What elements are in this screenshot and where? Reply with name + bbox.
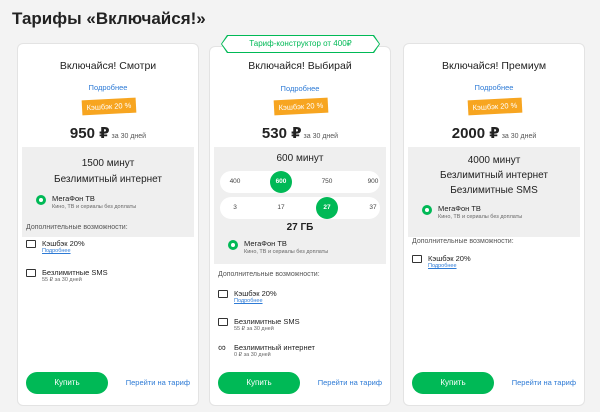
tv-subtitle: Кино, ТВ и сериалы без доплаты [52,204,137,210]
tv-subtitle: Кино, ТВ и сериалы без доплаты [244,249,329,255]
price: 2000 ₽ за 30 дней [404,124,584,143]
gb-option[interactable]: 3 [224,197,246,219]
megafon-tv-icon [36,195,46,205]
extra-title: Безлимитный интернет [234,343,315,352]
extra-title: Кэшбэк 20% [42,239,85,248]
extra-title: Кэшбэк 20% [234,289,277,298]
cashback-badge: Кэшбэк 20 % [467,97,523,116]
gb-option[interactable]: 37 [362,197,384,219]
envelope-icon [218,318,228,326]
extra-title: Кэшбэк 20% [428,254,471,263]
tv-title: МегаФон ТВ [52,194,95,203]
goto-tariff-link[interactable]: Перейти на тариф [126,378,190,387]
price-period: за 30 дней [501,133,537,140]
buy-button[interactable]: Купить [26,372,108,394]
buy-button[interactable]: Купить [412,372,494,394]
wallet-icon [218,290,228,298]
tv-title: МегаФон ТВ [438,204,481,213]
price-period: за 30 дней [111,133,147,140]
price: 950 ₽ за 30 дней [18,124,198,143]
minutes-slider[interactable]: 400 600 750 900 [220,171,380,193]
tariff-name: Включайся! Выбирай [248,60,352,72]
gb-option-selected[interactable]: 27 [316,197,338,219]
wallet-icon [412,255,422,263]
extras-title: Дополнительные возможности: [412,238,514,245]
extra-more-link[interactable]: Подробнее [428,263,457,269]
tariff-card-smotri: Включайся! Смотри Подробнее Кэшбэк 20 % … [17,43,199,406]
gb-slider[interactable]: 3 17 27 37 [220,197,380,219]
price-period: за 30 дней [303,133,339,140]
tariff-card-premium: Включайся! Премиум Подробнее Кэшбэк 20 %… [403,43,585,406]
extra-more-link[interactable]: Подробнее [42,248,71,254]
minutes-option[interactable]: 400 [224,171,246,193]
extra-price: 0 ₽ за 30 дней [234,352,271,358]
gb-option[interactable]: 17 [270,197,292,219]
constructor-box: 600 минут 400 600 750 900 3 17 27 37 27 … [214,147,386,264]
minutes: 4000 минут [467,155,521,166]
sms: Безлимитные SMS [450,185,538,196]
minutes: 600 минут [276,153,324,164]
internet: Безлимитный интернет [440,170,548,181]
extra-price: 55 ₽ за 30 дней [234,326,274,332]
tariff-name: Включайся! Смотри [59,60,157,72]
cashback-badge: Кэшбэк 20 % [273,97,329,116]
price-amount: 530 ₽ [261,125,302,142]
extra-more-link[interactable]: Подробнее [234,298,263,304]
buy-button[interactable]: Купить [218,372,300,394]
cashback-badge: Кэшбэк 20 % [81,97,137,116]
constructor-ribbon: Тариф-конструктор от 400₽ [222,36,379,52]
wallet-icon [26,240,36,248]
extra-title: Безлимитные SMS [234,317,300,326]
extra-price: 55 ₽ за 30 дней [42,277,82,283]
minutes: 1500 минут [81,158,135,169]
price-amount: 950 ₽ [69,125,110,142]
more-link[interactable]: Подробнее [210,84,390,93]
extra-title: Безлимитные SMS [42,268,108,277]
more-link[interactable]: Подробнее [18,83,198,92]
goto-tariff-link[interactable]: Перейти на тариф [512,378,576,387]
page-title: Тарифы «Включайся!» [12,9,206,28]
tv-subtitle: Кино, ТВ и сериалы без доплаты [438,214,523,220]
minutes-option[interactable]: 900 [362,171,384,193]
goto-tariff-link[interactable]: Перейти на тариф [318,378,382,387]
internet: Безлимитный интернет [54,174,162,185]
minutes-option-selected[interactable]: 600 [270,171,292,193]
more-link[interactable]: Подробнее [404,83,584,92]
tv-title: МегаФон ТВ [244,239,287,248]
minutes-option[interactable]: 750 [316,171,338,193]
price: 530 ₽ за 30 дней [210,124,390,143]
megafon-tv-icon [228,240,238,250]
extras-title: Дополнительные возможности: [218,271,320,278]
package-box: 4000 минут Безлимитный интернет Безлимит… [408,147,580,237]
extras-title: Дополнительные возможности: [26,224,128,231]
tariff-card-vybirai: Включайся! Выбирай Подробнее Кэшбэк 20 %… [209,46,391,406]
tariff-name: Включайся! Премиум [441,60,547,72]
price-amount: 2000 ₽ [451,125,500,142]
megafon-tv-icon [422,205,432,215]
infinity-icon: ∞ [218,342,226,354]
envelope-icon [26,269,36,277]
gb-amount: 27 ГБ [286,222,314,233]
